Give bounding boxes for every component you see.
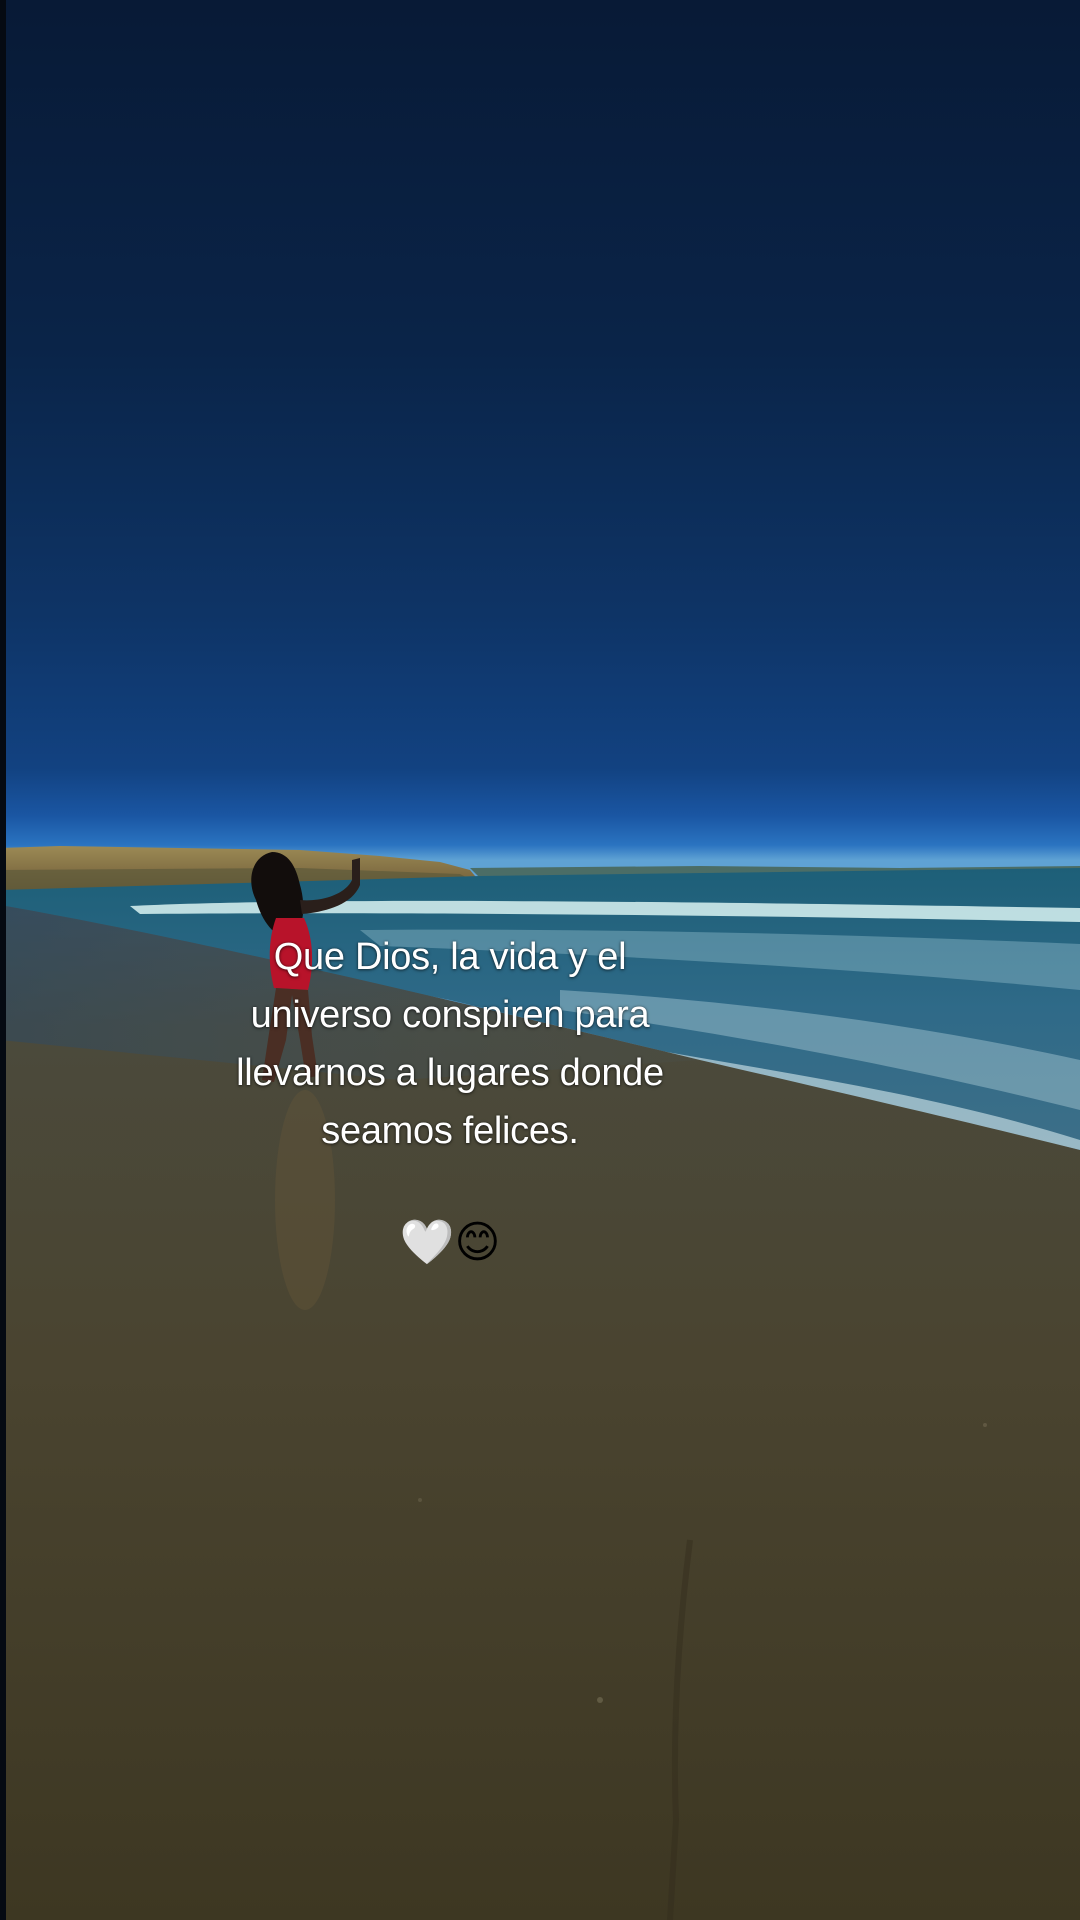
white-heart-icon: 🤍 bbox=[399, 1217, 455, 1268]
caption-line: Que Dios, la vida y el bbox=[273, 936, 627, 978]
left-edge-strip bbox=[0, 0, 6, 1920]
caption-line: llevarnos a lugares donde bbox=[236, 1052, 664, 1094]
overlay-caption: Que Dios, la vida y el universo conspire… bbox=[200, 928, 700, 1160]
caption-line: universo conspiren para bbox=[250, 994, 650, 1036]
sand-speck bbox=[597, 1697, 603, 1703]
smiling-face-icon: 😊 bbox=[454, 1217, 501, 1268]
caption-line: seamos felices. bbox=[321, 1110, 579, 1152]
video-frame: Que Dios, la vida y el universo conspire… bbox=[0, 0, 1080, 1920]
sand-speck bbox=[983, 1423, 987, 1427]
emoji-row: 🤍😊 bbox=[200, 1215, 700, 1271]
sand-speck bbox=[418, 1498, 422, 1502]
